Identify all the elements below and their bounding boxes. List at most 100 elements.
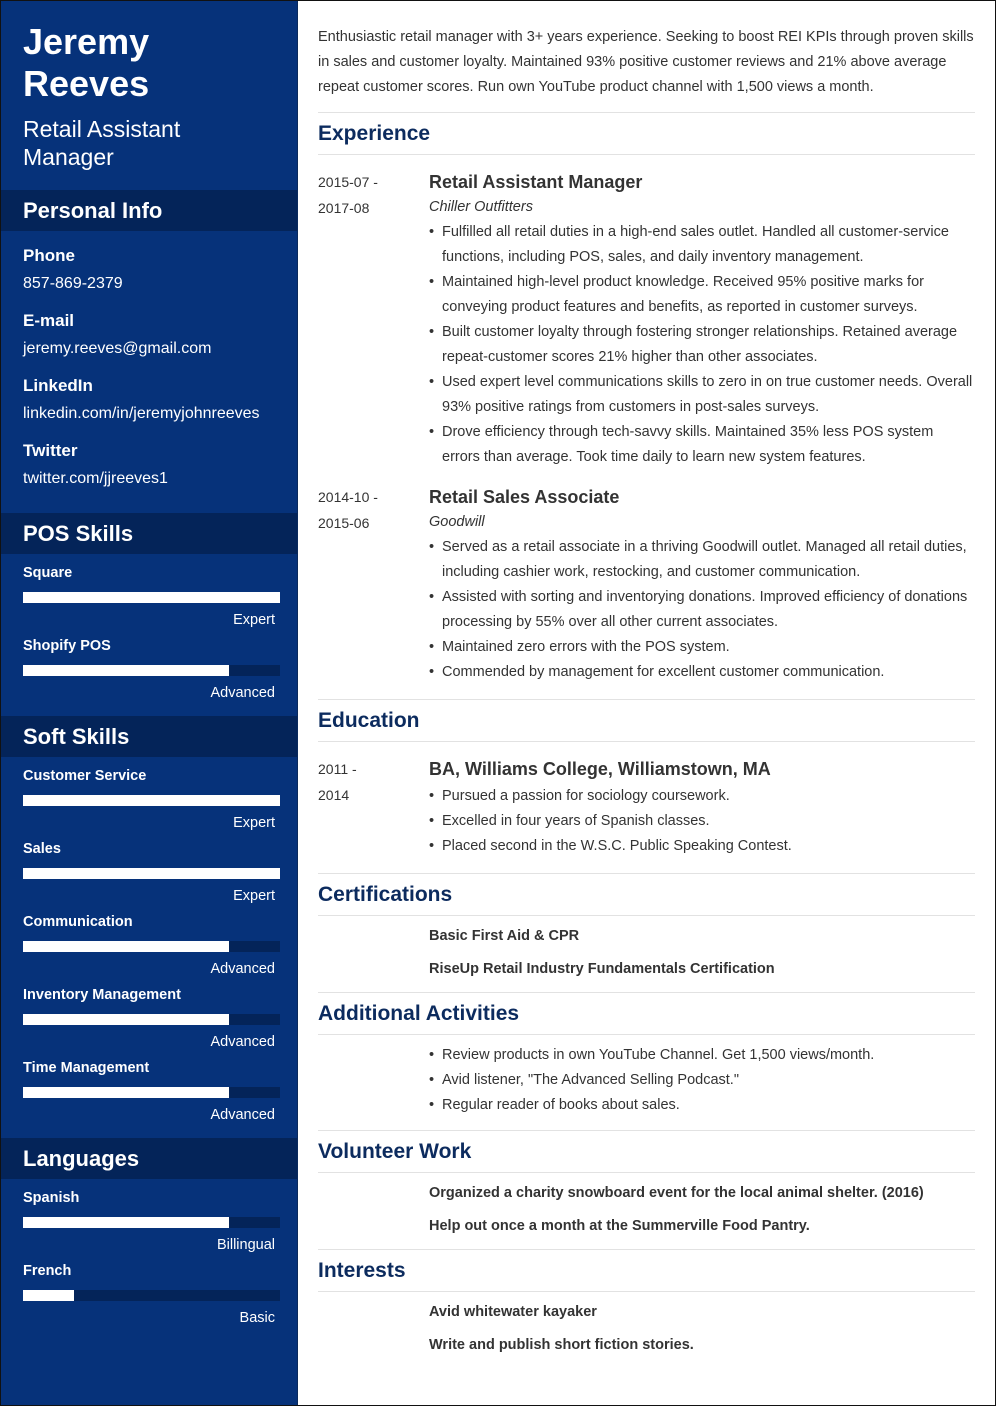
skill-name: Shopify POS [23,638,111,654]
bullet-list: Fulfilled all retail duties in a high-en… [429,220,975,470]
bullet-item: Placed second in the W.S.C. Public Speak… [429,834,975,859]
skill-bar [23,1217,280,1228]
entry-dates: 2015-07 - 2017-08 [318,169,429,470]
skill-bar [23,941,280,952]
entry-title: BA, Williams College, Williamstown, MA [429,759,771,779]
interests-list: Avid whitewater kayaker Write and publish… [318,1302,975,1355]
interests-heading: Interests [318,1259,406,1282]
first-name: Jeremy [23,21,150,62]
skill-level: Expert [233,612,275,628]
skill-bar-fill [23,868,280,879]
soft-skills-list: Customer Service Expert Sales Expert Communi… [1,757,297,1138]
bullet-item: Pursued a passion for sociology coursewo… [429,784,975,809]
info-phone: Phone 857-869-2379 [23,245,275,295]
activities-heading: Additional Activities [318,1002,520,1025]
bullet-item: Drove efficiency through tech-savvy skil… [429,420,975,470]
entry-body: Retail Assistant Manager Chiller Outfitte… [429,169,975,470]
skill-name: Square [23,565,73,581]
bullet-item: Avid listener, "The Advanced Selling Pod… [429,1068,975,1093]
divider [318,154,975,155]
skill-bar-fill [23,1217,229,1228]
skill-name: French [23,1263,72,1279]
experience-list: 2015-07 - 2017-08 Retail Assistant Manager… [318,169,975,685]
skill-bar-fill [23,941,229,952]
skill-level: Advanced [210,1107,276,1123]
skill-bar [23,1290,280,1301]
bullet-item: Fulfilled all retail duties in a high-en… [429,220,975,270]
twitter-link[interactable]: twitter.com/jjreeves1 [23,468,275,490]
divider [318,1172,975,1173]
education-heading: Education [318,709,420,732]
last-name: Reeves [23,63,150,104]
skill-level: Expert [233,815,275,831]
skill-item: Communication Advanced [23,913,280,978]
skill-item: Customer Service Expert [23,767,280,832]
skill-name: Time Management [23,1060,150,1076]
bullet-item: Built customer loyalty through fostering… [429,320,975,370]
date-end: 2017-08 [318,200,370,216]
skill-item: Time Management Advanced [23,1059,280,1124]
skill-bar-fill [23,1290,75,1301]
skill-name: Spanish [23,1190,80,1206]
info-label: LinkedIn [23,376,93,395]
skill-bar [23,795,280,806]
skill-bar-fill [23,795,280,806]
sidebar: Jeremy Reeves Retail Assistant Manager P… [1,1,298,1405]
bullet-item: Regular reader of books about sales. [429,1093,975,1118]
summary: Enthusiastic retail manager with 3+ year… [318,29,974,95]
skill-item: Inventory Management Advanced [23,986,280,1051]
skill-item: French Basic [23,1262,280,1327]
skill-level: Advanced [210,685,276,701]
bullet-item: Assisted with sorting and inventorying d… [429,585,975,635]
list-item: Help out once a month at the Summerville… [429,1218,810,1234]
education-list: 2011 - 2014 BA, Williams College, Williams… [318,756,975,859]
entry-body: Retail Sales Associate Goodwill Served as … [429,484,975,685]
bullet-item: Used expert level communications skills … [429,370,975,420]
skill-name: Customer Service [23,768,147,784]
entry: 2015-07 - 2017-08 Retail Assistant Manager… [318,169,975,470]
divider [318,741,975,742]
skill-name: Sales [23,841,61,857]
skill-item: Spanish Billingual [23,1189,280,1254]
bullet-item: Commended by management for excellent cu… [429,660,975,685]
entry-company: Goodwill [429,514,485,530]
candidate-title: Retail Assistant Manager [23,116,181,170]
info-linkedin: LinkedIn linkedin.com/in/jeremyjohnreeve… [23,375,275,425]
entry-company: Chiller Outfitters [429,199,533,215]
bullet-item: Maintained zero errors with the POS syst… [429,635,975,660]
list-item: Organized a charity snowboard event for … [429,1185,924,1201]
volunteer-list: Organized a charity snowboard event for … [318,1183,975,1236]
main-content: Enthusiastic retail manager with 3+ year… [298,1,995,1405]
skill-bar [23,1087,280,1098]
skill-level: Advanced [210,1034,276,1050]
list-item: RiseUp Retail Industry Fundamentals Cert… [429,961,775,977]
bullet-item: Served as a retail associate in a thrivi… [429,535,975,585]
skill-level: Basic [239,1310,275,1326]
entry: 2011 - 2014 BA, Williams College, Williams… [318,756,975,859]
skill-level: Advanced [210,961,276,977]
list-item: Basic First Aid & CPR [429,928,580,944]
skill-bar [23,665,280,676]
pos-skills-list: Square Expert Shopify POS Advanced [1,554,297,716]
email-link[interactable]: jeremy.reeves@gmail.com [23,338,275,360]
volunteer-heading: Volunteer Work [318,1140,472,1163]
info-email: E-mail jeremy.reeves@gmail.com [23,310,275,360]
skill-item: Sales Expert [23,840,280,905]
skill-bar-fill [23,665,229,676]
linkedin-link[interactable]: linkedin.com/in/jeremyjohnreeves [23,403,275,425]
skill-bar-fill [23,1087,229,1098]
skill-bar [23,1014,280,1025]
entry-dates: 2011 - 2014 [318,756,429,859]
skill-bar-fill [23,1014,229,1025]
certifications-list: Basic First Aid & CPR RiseUp Retail Indus… [318,926,975,979]
certifications-heading: Certifications [318,883,453,906]
divider [318,1291,975,1292]
list-item: Avid whitewater kayaker [429,1304,597,1320]
bullet-item: Maintained high-level product knowledge.… [429,270,975,320]
skill-item: Square Expert [23,564,280,629]
info-twitter: Twitter twitter.com/jjreeves1 [23,440,275,490]
info-label: Phone [23,246,75,265]
languages-list: Spanish Billingual French Basic [1,1179,297,1341]
entry: 2014-10 - 2015-06 Retail Sales Associate Go… [318,484,975,685]
experience-heading: Experience [318,122,431,145]
